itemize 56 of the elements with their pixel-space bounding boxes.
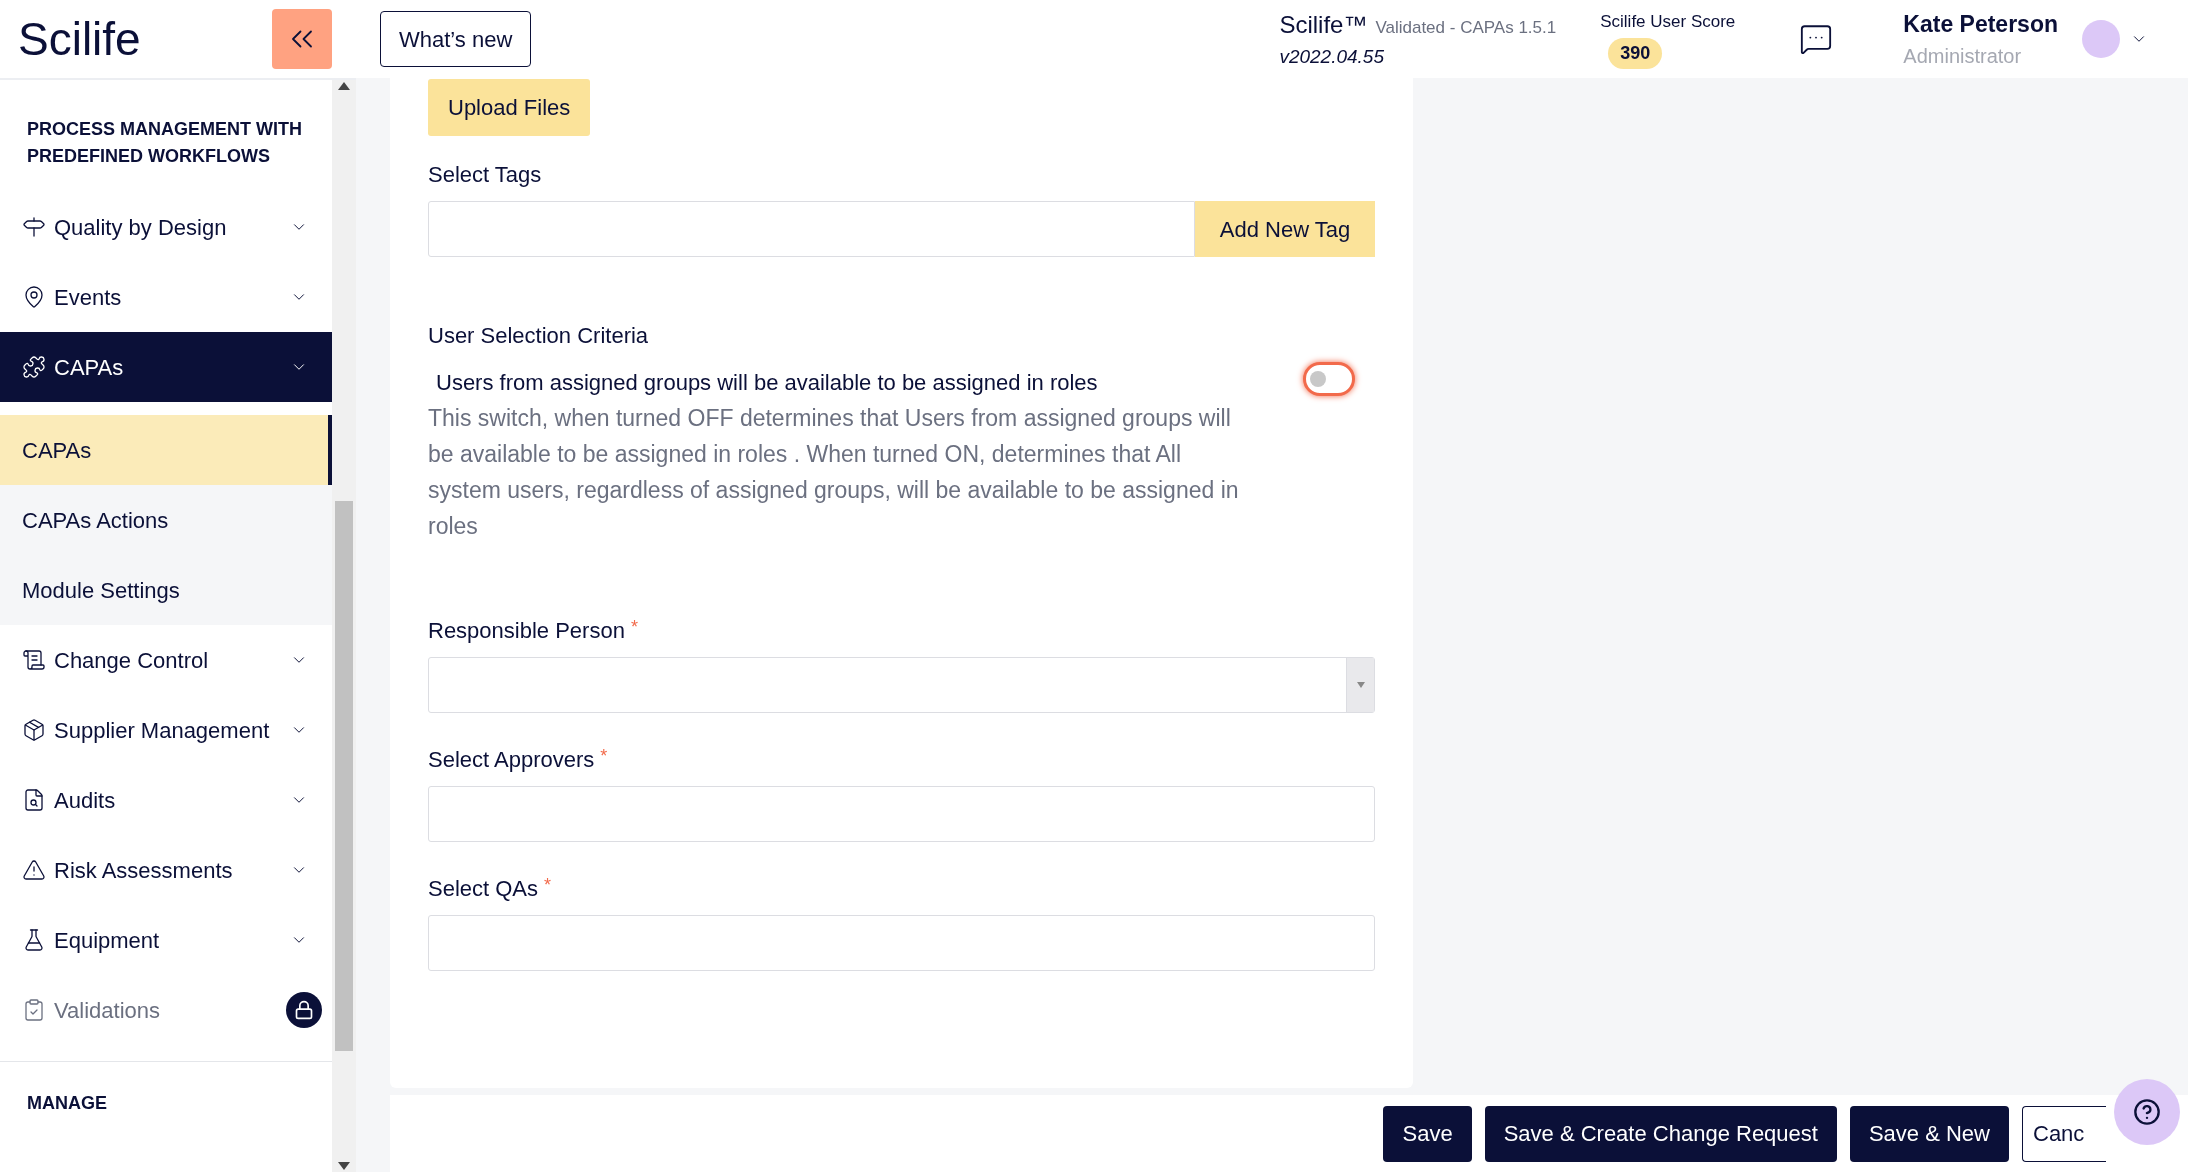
logo: Scilife: [18, 11, 141, 67]
section-heading: PROCESS MANAGEMENT WITH PREDEFINED WORKFLOWS: [26, 118, 303, 168]
sidebar-subitem[interactable]: CAPAs Actions: [0, 485, 332, 555]
action-button[interactable]: Save & New: [1849, 1105, 2009, 1162]
scroll-down-icon[interactable]: [338, 1162, 350, 1170]
warning-icon: [22, 858, 46, 882]
package-icon: [22, 718, 46, 742]
sidebar-item[interactable]: Supplier Management: [0, 695, 332, 765]
upload-files-button[interactable]: Upload Files: [428, 79, 591, 136]
sidebar-item[interactable]: Quality by Design: [0, 192, 332, 262]
sidebar-item[interactable]: Events: [0, 262, 332, 332]
sidebar-subitem[interactable]: Module Settings: [0, 555, 332, 625]
version-text: v2022.04.55: [1279, 44, 1385, 69]
product-detail: Validated - CAPAs 1.5.1: [1375, 16, 1557, 39]
field-label: Select Tags: [428, 161, 543, 189]
dropdown-arrow-icon: [1356, 682, 1365, 688]
signpost-icon: [22, 215, 46, 239]
sidebar-item[interactable]: Equipment: [0, 905, 332, 975]
product-name: Scilife™: [1279, 9, 1368, 40]
chat-icon[interactable]: [1799, 22, 1834, 56]
score-label: Scilife User Score: [1600, 10, 1736, 33]
section-heading: MANAGE: [26, 1092, 108, 1115]
toggle-switch[interactable]: [1303, 362, 1355, 396]
required-mark: *: [630, 616, 638, 639]
required-mark: *: [600, 745, 608, 768]
cancel-button[interactable]: Canc: [2022, 1105, 2106, 1162]
puzzle-icon: [22, 355, 46, 379]
sidebar-item[interactable]: Risk Assessments: [0, 835, 332, 905]
section-title: User Selection Criteria: [428, 322, 650, 350]
sidebar-item[interactable]: Validations: [0, 975, 332, 1045]
sidebar-subitem[interactable]: CAPAs: [0, 415, 332, 485]
collapse-button[interactable]: [272, 9, 332, 69]
field-label: Select Approvers: [428, 746, 595, 774]
field-label: Select QAs: [428, 875, 539, 903]
lock-icon: [294, 1000, 314, 1020]
sidebar-item[interactable]: Change Control: [0, 625, 332, 695]
magnifier-document-icon: [22, 788, 46, 812]
field-label: Responsible Person: [428, 617, 625, 645]
required-mark: *: [544, 874, 552, 897]
scroll-up-icon[interactable]: [338, 82, 350, 90]
user-role: Administrator: [1903, 44, 2023, 70]
whats-new-button[interactable]: What’s new: [380, 11, 532, 67]
action-button[interactable]: Save & Create Change Request: [1484, 1105, 1837, 1162]
score-badge: 390: [1608, 38, 1663, 70]
sidebar-item[interactable]: Audits: [0, 765, 332, 835]
switch-help-text: This switch, when turned OFF determines that Users from assigned groups will be available to be assigned in roles . When turned ON, determines that All system users, regardless of assigned groups, will be available to be assigned in roles: [428, 404, 1240, 541]
pin-icon: [22, 285, 46, 309]
help-icon: [2133, 1098, 2161, 1126]
switch-label: Users from assigned groups will be available to be assigned in roles: [435, 369, 1099, 397]
action-button[interactable]: Save: [1383, 1105, 1472, 1162]
clipboard-check-icon: [22, 998, 46, 1022]
user-name: Kate Peterson: [1903, 9, 2058, 39]
flask-icon: [22, 928, 46, 952]
scroll-icon: [22, 648, 46, 672]
add-new-tag-button[interactable]: Add New Tag: [1195, 201, 1375, 257]
sidebar-item[interactable]: CAPAs: [0, 332, 332, 402]
